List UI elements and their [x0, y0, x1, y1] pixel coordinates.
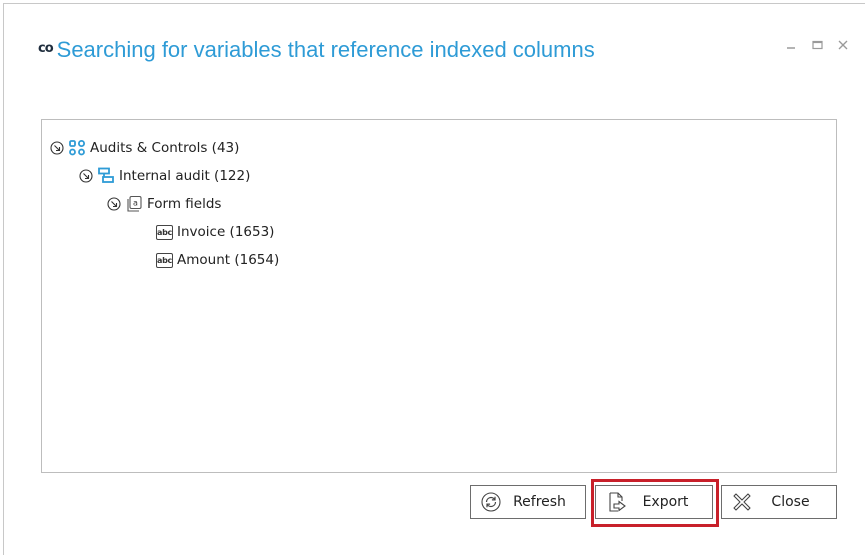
export-highlight-frame: [591, 479, 719, 527]
refresh-icon: [480, 491, 502, 513]
collapse-toggle-icon[interactable]: [50, 141, 64, 155]
tree-node-label: Audits & Controls (43): [90, 140, 240, 156]
close-icon[interactable]: [837, 38, 849, 52]
results-tree[interactable]: Audits & Controls (43) Internal audit (1…: [41, 119, 837, 473]
tree-node-label: Amount (1654): [177, 252, 280, 268]
close-button[interactable]: Close: [721, 485, 837, 519]
text-field-icon: abc: [156, 252, 173, 268]
tree-node-workflow[interactable]: Internal audit (122): [79, 165, 250, 187]
refresh-button-label: Refresh: [513, 494, 566, 510]
tree-node-process-group[interactable]: Audits & Controls (43): [50, 137, 239, 159]
title-bar: co Searching for variables that referenc…: [38, 33, 595, 67]
workflow-icon: [97, 167, 115, 185]
close-button-label: Close: [771, 494, 810, 510]
window-controls: [785, 38, 849, 52]
svg-text:a: a: [133, 199, 138, 208]
tree-node-label: Invoice (1653): [177, 224, 275, 240]
tree-node-label: Form fields: [147, 196, 222, 212]
close-x-icon: [731, 491, 753, 513]
tree-node-label: Internal audit (122): [119, 168, 251, 184]
refresh-button[interactable]: Refresh: [470, 485, 586, 519]
tree-node-amount[interactable]: abc Amount (1654): [156, 249, 279, 271]
dialog-window: co Searching for variables that referenc…: [3, 3, 865, 555]
tree-node-form-fields[interactable]: a Form fields: [107, 193, 221, 215]
dialog-title: Searching for variables that reference i…: [56, 37, 595, 62]
minimize-icon[interactable]: [785, 38, 797, 52]
form-fields-icon: a: [125, 195, 143, 213]
process-group-icon: [68, 139, 86, 157]
maximize-icon[interactable]: [811, 38, 823, 52]
collapse-toggle-icon[interactable]: [107, 197, 121, 211]
app-logo: co: [38, 40, 54, 56]
tree-node-invoice[interactable]: abc Invoice (1653): [156, 221, 274, 243]
text-field-icon: abc: [156, 224, 173, 240]
collapse-toggle-icon[interactable]: [79, 169, 93, 183]
